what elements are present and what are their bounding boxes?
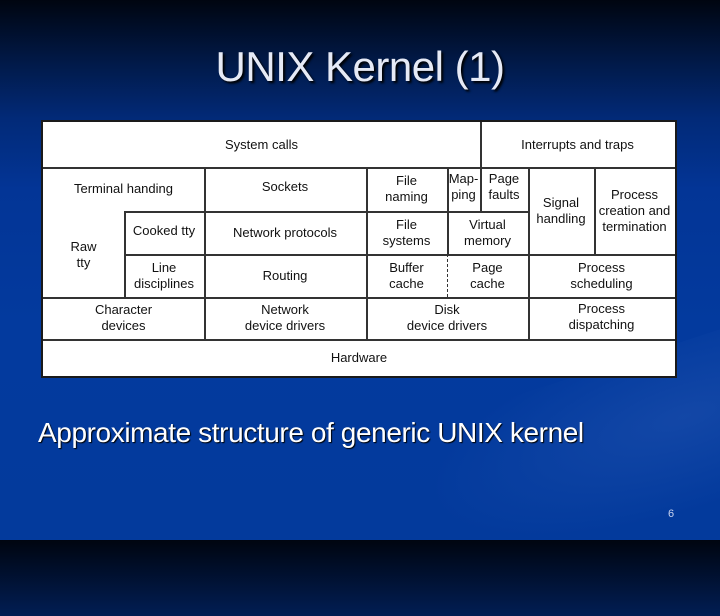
cell-network-device-drivers: Network device drivers bbox=[244, 302, 326, 333]
cell-terminal-handling: Terminal handing bbox=[73, 181, 173, 196]
cell-page-cache: Page cache bbox=[470, 259, 505, 291]
cell-process-scheduling: Process scheduling bbox=[570, 259, 633, 291]
cell-file-naming: File naming bbox=[385, 173, 428, 204]
cell-routing: Routing bbox=[262, 267, 308, 283]
kernel-structure-diagram: System calls Interrupts and traps Termin… bbox=[41, 120, 677, 378]
cell-process-dispatching: Process dispatching bbox=[568, 301, 635, 332]
slide-title: UNIX Kernel (1) bbox=[215, 43, 505, 90]
slide-caption: Approximate structure of generic UNIX ke… bbox=[38, 417, 584, 448]
cell-mapping: Map- ping bbox=[448, 171, 479, 202]
cell-file-systems: File systems bbox=[382, 216, 431, 248]
cell-line-disciplines: Line disciplines bbox=[134, 259, 194, 291]
cell-virtual-memory: Virtual memory bbox=[464, 216, 511, 248]
cell-sockets: Sockets bbox=[261, 179, 309, 194]
cell-hardware: Hardware bbox=[330, 349, 388, 365]
cell-interrupts-and-traps: Interrupts and traps bbox=[521, 136, 634, 152]
cell-cooked-tty: Cooked tty bbox=[132, 223, 196, 238]
cell-raw-tty: Raw tty bbox=[70, 239, 97, 270]
cell-network-protocols: Network protocols bbox=[232, 224, 338, 240]
cell-buffer-cache: Buffer cache bbox=[389, 259, 424, 291]
cell-signal-handling: Signal handling bbox=[536, 194, 586, 226]
cell-page-faults: Page faults bbox=[488, 171, 520, 202]
cell-disk-device-drivers: Disk device drivers bbox=[406, 302, 488, 333]
cell-process-creation-termination: Process creation and termination bbox=[598, 186, 671, 234]
cell-system-calls: System calls bbox=[225, 136, 298, 152]
page-number: 6 bbox=[668, 508, 675, 520]
cell-character-devices: Character devices bbox=[94, 302, 153, 333]
